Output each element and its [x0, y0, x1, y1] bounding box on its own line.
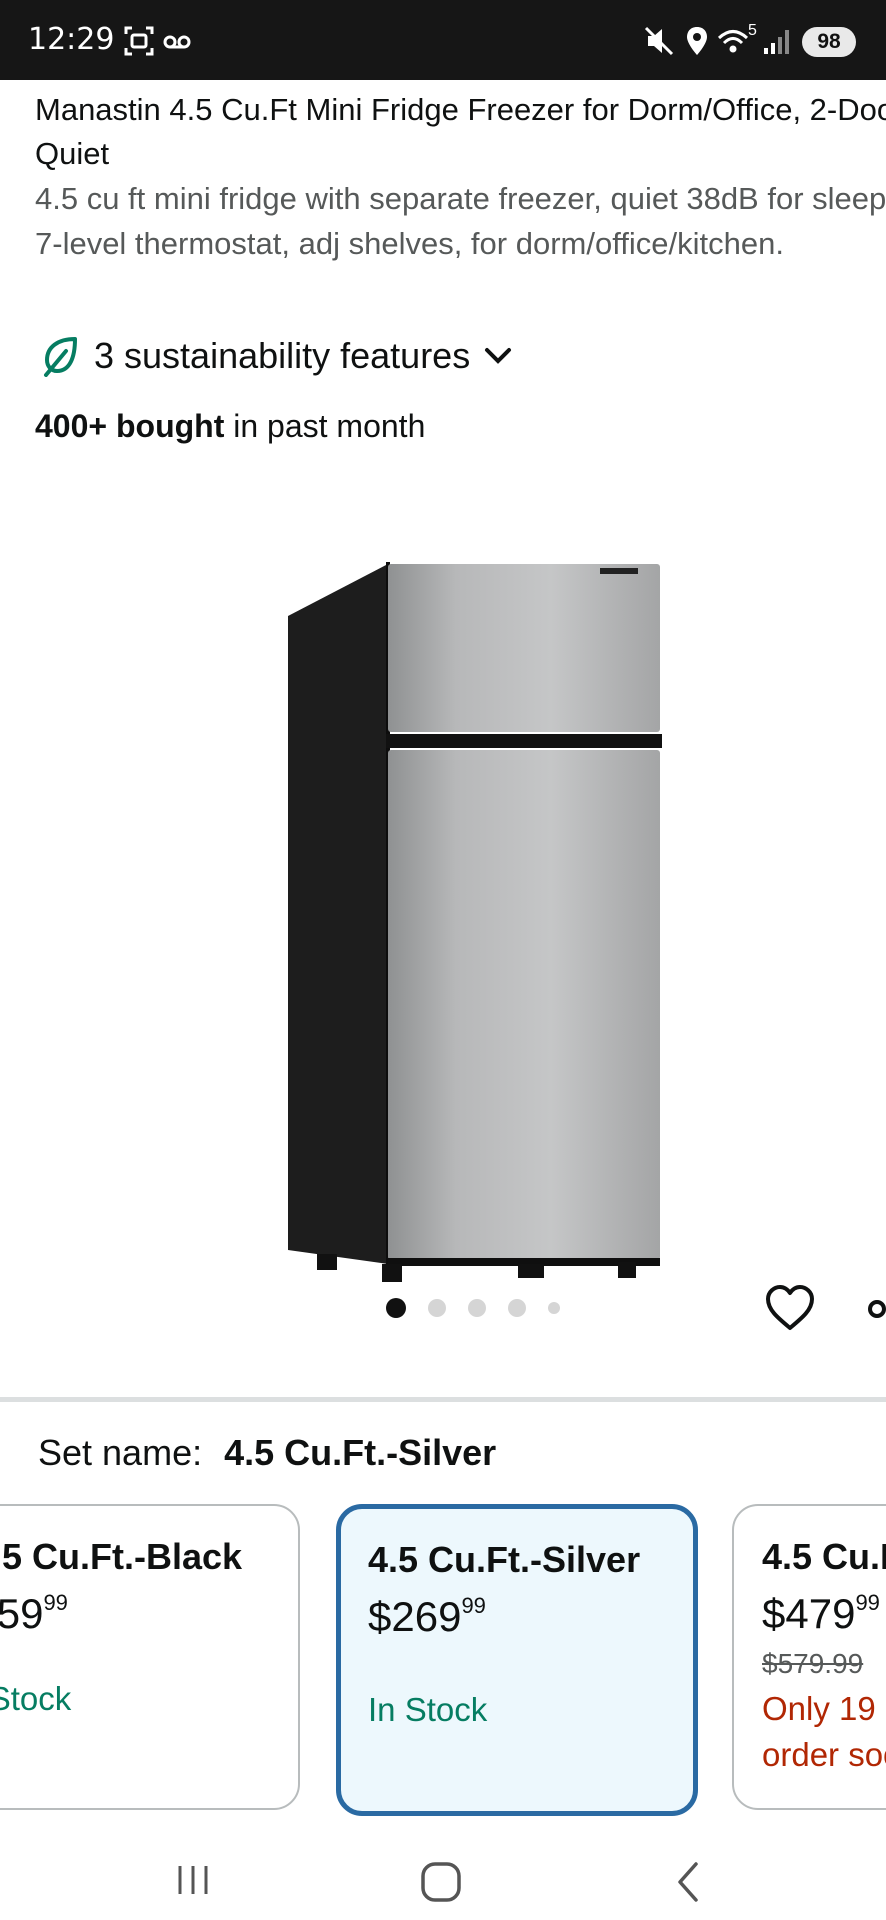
variant-name: 4.5 Cu.Ft.-: [762, 1536, 886, 1577]
heart-icon[interactable]: [764, 1284, 816, 1332]
network-badge: 5: [748, 22, 757, 39]
variant-card-third[interactable]: 4.5 Cu.Ft.- $47999 $579.99 Only 19 left …: [732, 1504, 886, 1810]
bought-count-rest: in past month: [224, 408, 426, 444]
price-whole: $269: [368, 1593, 462, 1640]
share-icon[interactable]: [866, 1298, 886, 1320]
home-icon[interactable]: [419, 1860, 463, 1904]
variant-name: 4.5 Cu.Ft.-Silver: [368, 1539, 641, 1580]
price-whole: $259: [0, 1590, 44, 1637]
variant-card-silver[interactable]: 4.5 Cu.Ft.-Silver $26999 In Stock: [336, 1504, 698, 1816]
screenshot-icon: [124, 26, 154, 56]
battery-icon: 98: [802, 27, 856, 57]
low-stock-line-2: order soon.: [762, 1736, 886, 1773]
carousel-dot-1[interactable]: [386, 1298, 406, 1318]
status-time: 12:29: [28, 22, 115, 57]
location-icon: [687, 27, 707, 55]
variant-label: Set name:: [38, 1432, 203, 1473]
image-carousel-dots[interactable]: [386, 1298, 582, 1318]
variant-selected-value: 4.5 Cu.Ft.-Silver: [224, 1432, 497, 1473]
variant-price: $26999: [368, 1593, 486, 1641]
wifi-icon: [717, 30, 749, 53]
voicemail-icon: [163, 35, 191, 49]
product-description: 4.5 cu ft mini fridge with separate free…: [35, 181, 886, 261]
bought-count-bold: 400+ bought: [35, 408, 225, 444]
carousel-dot-2[interactable]: [428, 1299, 446, 1317]
signal-icon: [764, 30, 789, 54]
mute-vibrate-icon: [644, 26, 674, 56]
back-icon[interactable]: [672, 1860, 704, 1904]
variant-name: 4.5 Cu.Ft.-Black: [0, 1536, 243, 1577]
carousel-dot-3[interactable]: [468, 1299, 486, 1317]
stock-status: In Stock: [0, 1680, 72, 1717]
product-page: Manastin 4.5 Cu.Ft Mini Fridge Freezer f…: [0, 80, 886, 1840]
recent-apps-icon[interactable]: [172, 1860, 214, 1900]
low-stock-line-1: Only 19 left in stock -: [762, 1690, 886, 1727]
variant-card-black[interactable]: 4.5 Cu.Ft.-Black $25999 In Stock: [0, 1504, 300, 1810]
carousel-dot-4[interactable]: [508, 1299, 526, 1317]
sustainability-features-toggle[interactable]: 3 sustainability features: [42, 332, 512, 380]
price-fraction: 99: [461, 1593, 486, 1618]
bought-count: 400+ bought in past month: [35, 408, 425, 445]
product-image[interactable]: [270, 478, 680, 1308]
stock-status: In Stock: [368, 1691, 488, 1728]
sustainability-label: 3 sustainability features: [94, 335, 471, 376]
leaf-icon: [44, 337, 77, 377]
navigation-bar: [0, 1840, 886, 1920]
section-divider: [0, 1397, 886, 1402]
low-stock-warning: Only 19 left in stock - order soon.: [762, 1686, 886, 1778]
price-whole: $479: [762, 1590, 856, 1637]
variant-selector-header: Set name: 4.5 Cu.Ft.-Silver: [38, 1432, 496, 1474]
price-fraction: 99: [43, 1590, 68, 1615]
product-title[interactable]: Manastin 4.5 Cu.Ft Mini Fridge Freezer f…: [35, 88, 886, 176]
list-price: $579.99: [762, 1648, 864, 1679]
variant-price: $25999: [0, 1590, 68, 1638]
variant-price: $47999: [762, 1590, 880, 1638]
chevron-down-icon: [485, 348, 512, 364]
price-fraction: 99: [855, 1590, 880, 1615]
carousel-dot-5[interactable]: [548, 1302, 560, 1314]
status-bar: 12:29 5 98: [0, 0, 886, 80]
